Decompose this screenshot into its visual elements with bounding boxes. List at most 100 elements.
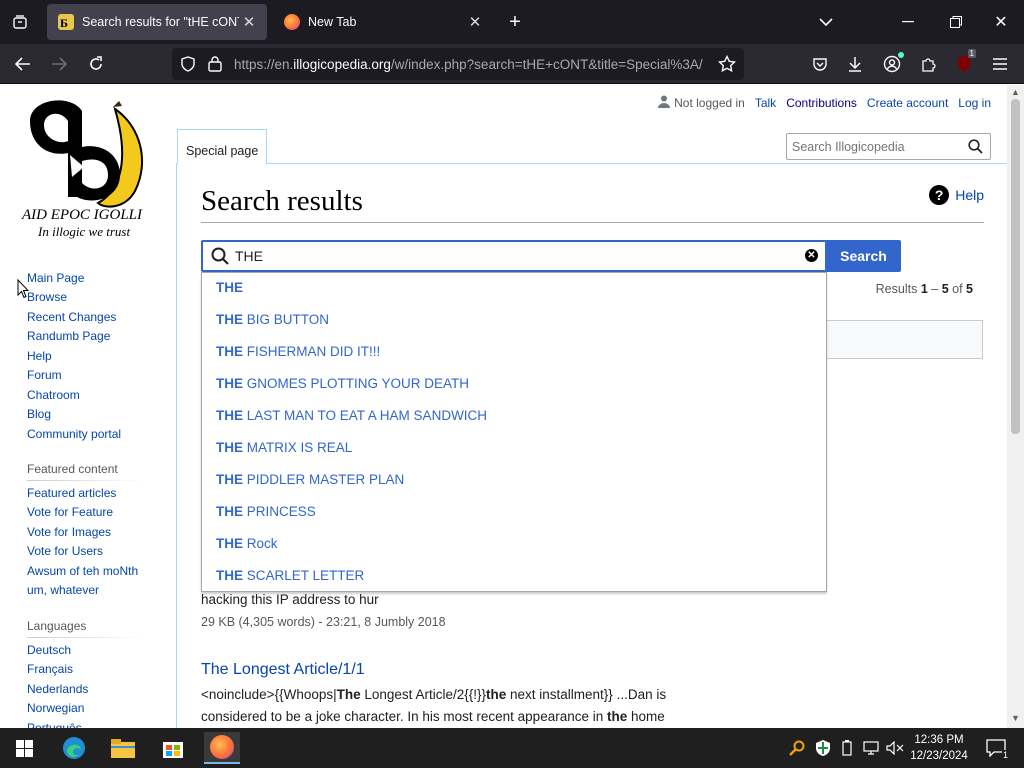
- header-search-input[interactable]: [792, 139, 957, 154]
- header-search-box: [786, 133, 991, 160]
- suggestion-item[interactable]: THE Rock: [216, 536, 278, 551]
- scroll-up-arrow-icon[interactable]: ▲: [1007, 87, 1024, 97]
- address-bar[interactable]: https://en.illogicopedia.org/w/index.php…: [172, 48, 744, 80]
- sidebar-item-browse[interactable]: Browse: [27, 288, 67, 308]
- close-window-icon[interactable]: ✕: [983, 10, 1019, 34]
- sidebar-item-awsum-of-teh-month-continued[interactable]: um, whatever: [27, 581, 99, 601]
- suggestion-item[interactable]: THE FISHERMAN DID IT!!!: [216, 344, 380, 359]
- browser-tab-new[interactable]: New Tab ✕: [273, 4, 493, 40]
- results-of-label: of: [952, 282, 963, 296]
- svg-text:Б: Б: [60, 16, 68, 30]
- help-link[interactable]: ? Help: [929, 185, 984, 205]
- close-tab-icon[interactable]: ✕: [465, 13, 485, 31]
- suggestion-item[interactable]: THE SCARLET LETTER: [216, 568, 364, 583]
- clear-search-icon[interactable]: ✕: [805, 249, 818, 262]
- edge-browser-icon[interactable]: [56, 732, 92, 764]
- sidebar-item-blog[interactable]: Blog: [27, 405, 51, 425]
- forward-arrow-icon[interactable]: [46, 52, 72, 76]
- sidebar-item-featured-articles[interactable]: Featured articles: [27, 484, 116, 504]
- minimize-icon[interactable]: [890, 10, 926, 34]
- language-link-francais[interactable]: Français: [27, 660, 73, 680]
- suggestion-item[interactable]: THE PRINCESS: [216, 504, 316, 519]
- sidebar-item-recent-changes[interactable]: Recent Changes: [27, 308, 116, 328]
- suggestion-item[interactable]: THE MATRIX IS REAL: [216, 440, 352, 455]
- site-logo[interactable]: AID EPOC IGOLLI In illogic we trust: [20, 91, 160, 241]
- logo-text-line1: AID EPOC IGOLLI: [22, 207, 142, 223]
- talk-link[interactable]: Talk: [755, 96, 776, 110]
- not-logged-in-label: Not logged in: [674, 96, 745, 110]
- reload-icon[interactable]: [83, 52, 109, 76]
- sidebar-item-help[interactable]: Help: [27, 347, 52, 367]
- suggestion-item[interactable]: THE LAST MAN TO EAT A HAM SANDWICH: [216, 408, 487, 423]
- system-clock[interactable]: 12:36 PM 12/23/2024: [906, 732, 972, 764]
- sidebar-item-vote-for-images[interactable]: Vote for Images: [27, 523, 111, 543]
- volume-muted-tray-icon[interactable]: [882, 732, 908, 764]
- log-in-link[interactable]: Log in: [958, 96, 991, 110]
- tracking-protection-shield-icon[interactable]: [180, 56, 196, 75]
- account-icon[interactable]: [880, 52, 904, 76]
- restore-icon[interactable]: [938, 10, 974, 34]
- suggestion-item[interactable]: THE GNOMES PLOTTING YOUR DEATH: [216, 376, 469, 391]
- sidebar: AID EPOC IGOLLI In illogic we trust Main…: [0, 85, 176, 728]
- list-all-tabs-chevron-icon[interactable]: [814, 10, 838, 34]
- sidebar-item-main-page[interactable]: Main Page: [27, 269, 84, 289]
- network-tray-icon[interactable]: [858, 732, 884, 764]
- microsoft-store-icon[interactable]: [155, 732, 191, 764]
- defender-tray-icon[interactable]: [810, 732, 836, 764]
- close-tab-icon[interactable]: ✕: [239, 13, 259, 31]
- sidebar-item-chatroom[interactable]: Chatroom: [27, 386, 80, 406]
- contributions-link[interactable]: Contributions: [786, 96, 857, 110]
- bookmark-star-icon[interactable]: [717, 54, 737, 76]
- page-title: Search results: [201, 185, 363, 217]
- results-total: 5: [966, 282, 973, 296]
- sidebar-item-community-portal[interactable]: Community portal: [27, 425, 121, 445]
- extensions-puzzle-icon[interactable]: [916, 52, 940, 76]
- search-icon[interactable]: [968, 139, 983, 157]
- back-arrow-icon[interactable]: [10, 52, 36, 76]
- firefox-taskbar-icon[interactable]: [204, 732, 240, 764]
- suggestion-item[interactable]: THE BIG BUTTON: [216, 312, 329, 327]
- sidebar-item-randumb-page[interactable]: Randumb Page: [27, 327, 110, 347]
- help-question-icon: ?: [929, 185, 950, 205]
- hamburger-menu-icon[interactable]: [988, 52, 1012, 76]
- ublock-origin-icon[interactable]: 1: [952, 49, 976, 76]
- results-label: Results: [875, 282, 918, 296]
- web-page: AID EPOC IGOLLI In illogic we trust Main…: [0, 85, 1024, 728]
- clock-time: 12:36 PM: [914, 734, 964, 746]
- notification-center-icon[interactable]: 1: [978, 732, 1014, 764]
- main-search-input[interactable]: [235, 248, 795, 264]
- result-snippet: considered to be a joke character. In hi…: [201, 709, 665, 724]
- sidebar-item-vote-for-users[interactable]: Vote for Users: [27, 542, 103, 562]
- portal-divider: [27, 637, 145, 638]
- result-title-link[interactable]: The Longest Article/1/1: [201, 661, 365, 679]
- windows-start-icon[interactable]: [6, 732, 42, 764]
- language-link-deutsch[interactable]: Deutsch: [27, 641, 71, 661]
- url-domain: illogicopedia.org: [293, 56, 391, 72]
- language-link-nederlands[interactable]: Nederlands: [27, 680, 88, 700]
- pocket-icon[interactable]: [808, 52, 832, 76]
- tab-overview-icon[interactable]: [8, 10, 32, 34]
- page-scrollbar[interactable]: ▲ ▼: [1007, 85, 1024, 728]
- scrollbar-thumb[interactable]: [1011, 99, 1020, 434]
- browser-tab-active[interactable]: Б Search results for "tHE cONT" – Illogi…: [47, 4, 267, 40]
- padlock-icon[interactable]: [208, 55, 222, 75]
- battery-tray-icon[interactable]: [834, 732, 860, 764]
- sidebar-item-vote-for-feature[interactable]: Vote for Feature: [27, 503, 113, 523]
- search-icon: [211, 247, 229, 268]
- new-tab-plus-icon[interactable]: +: [503, 10, 527, 34]
- search-tray-icon[interactable]: [783, 732, 811, 764]
- search-button[interactable]: Search: [826, 240, 901, 272]
- sidebar-item-forum[interactable]: Forum: [27, 366, 62, 386]
- user-icon: [658, 95, 671, 111]
- create-account-link[interactable]: Create account: [867, 96, 948, 110]
- mouse-cursor-icon: [17, 279, 29, 299]
- suggestion-item[interactable]: THE: [216, 280, 243, 295]
- tab-special-page[interactable]: Special page: [177, 129, 267, 164]
- downloads-icon[interactable]: [843, 52, 867, 76]
- file-explorer-icon[interactable]: [105, 732, 141, 764]
- language-link-portugues[interactable]: Português: [27, 719, 82, 728]
- suggestion-item[interactable]: THE PIDDLER MASTER PLAN: [216, 472, 404, 487]
- scroll-down-arrow-icon[interactable]: ▼: [1007, 713, 1024, 723]
- language-link-norwegian[interactable]: Norwegian: [27, 699, 84, 719]
- sidebar-item-awsum-of-teh-month[interactable]: Awsum of teh moNth: [27, 562, 138, 582]
